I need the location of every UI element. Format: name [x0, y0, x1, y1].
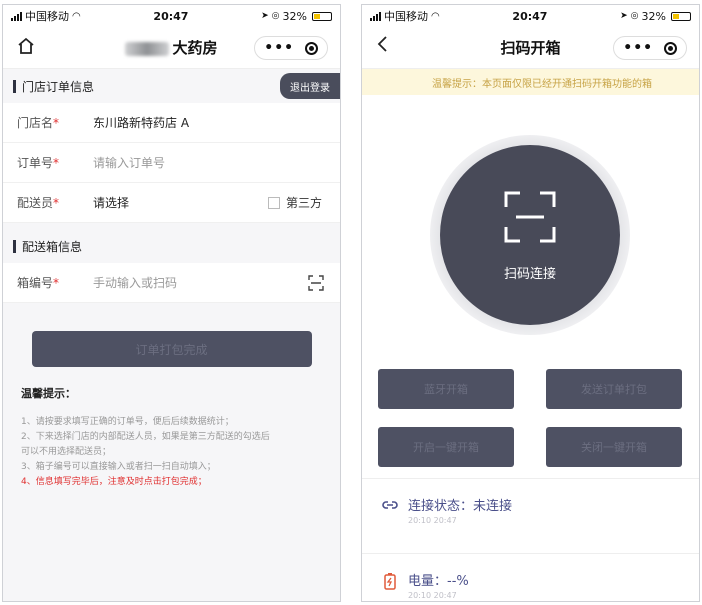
- wifi-icon: ◠: [431, 10, 440, 22]
- logout-button[interactable]: 退出登录: [280, 73, 340, 99]
- order-input[interactable]: 请输入订单号: [93, 154, 165, 171]
- location-icon: ➤: [620, 11, 628, 21]
- miniprogram-capsule: •••: [254, 36, 328, 60]
- box-input[interactable]: 手动输入或扫码: [93, 274, 177, 291]
- order-label: 订单号*: [17, 156, 60, 170]
- bluetooth-open-button[interactable]: 蓝牙开箱: [378, 369, 514, 409]
- section-marker: [13, 239, 16, 253]
- blurred-brand: [125, 41, 170, 56]
- scan-connect-label: 扫码连接: [503, 266, 556, 282]
- carrier: 中国移动: [25, 10, 69, 23]
- store-value: 东川路新特药店 A: [93, 116, 190, 130]
- pack-complete-button[interactable]: 订单打包完成: [31, 331, 312, 367]
- battery-status: 电量：--% 20:10 20:47: [362, 553, 699, 601]
- disable-one-key-open-button[interactable]: 关闭一键开箱: [546, 427, 682, 467]
- order-row[interactable]: 订单号* 请输入订单号: [3, 143, 340, 183]
- page-title: 大药房: [125, 37, 218, 58]
- third-party-checkbox[interactable]: [267, 196, 280, 209]
- more-icon[interactable]: •••: [623, 40, 653, 56]
- clock: 20:47: [153, 9, 189, 23]
- battery-icon: [670, 11, 691, 21]
- power-time: 20:10 20:47: [408, 591, 457, 600]
- home-icon[interactable]: [17, 37, 35, 60]
- signal-icon: [370, 11, 381, 21]
- courier-label: 配送员*: [17, 196, 60, 210]
- store-row[interactable]: 门店名* 东川路新特药店 A: [3, 103, 340, 143]
- alarm-icon: ◎: [271, 11, 280, 21]
- tips-panel: 温馨提示： 1、请按要求填写正确的订单号，便后后续数据统计； 2、下来选择门店的…: [3, 367, 340, 490]
- location-icon: ➤: [261, 11, 269, 21]
- miniprogram-capsule: •••: [613, 36, 687, 60]
- battery-percent: 32%: [641, 9, 666, 23]
- tip-line: 2、下来选择门店的内部配送人员，如果是第三方配送的勾选后: [21, 432, 270, 442]
- third-party-label: 第三方: [285, 196, 322, 210]
- send-order-pack-button[interactable]: 发送订单打包: [546, 369, 682, 409]
- clock: 20:47: [512, 9, 548, 23]
- nav-bar: 扫码开箱 •••: [362, 27, 699, 69]
- more-icon[interactable]: •••: [264, 40, 294, 56]
- section-box-info: 配送箱信息: [3, 229, 340, 263]
- page-title: 扫码开箱: [500, 39, 561, 57]
- carrier: 中国移动: [384, 10, 428, 23]
- tip-line: 3、箱子编号可以直接输入或者扫一扫自动填入；: [21, 462, 216, 472]
- connection-time: 20:10 20:47: [408, 516, 457, 525]
- scan-body: 扫码连接 蓝牙开箱 发送订单打包 开启一键开箱 关闭一键开箱 连接状态：未连接 …: [362, 95, 699, 601]
- battery-icon: [311, 11, 332, 21]
- section-order-info: 门店订单信息 退出登录: [3, 69, 340, 103]
- link-icon: [382, 497, 398, 513]
- box-row[interactable]: 箱编号* 手动输入或扫码: [3, 263, 340, 303]
- signal-icon: [11, 11, 22, 21]
- close-miniprogram-icon[interactable]: [663, 41, 677, 55]
- section-marker: [13, 79, 16, 93]
- store-label: 门店名*: [17, 116, 60, 130]
- section-title: 配送箱信息: [22, 239, 83, 254]
- order-screen: 中国移动 ◠ 20:47 ➤ ◎ 32% 大药房 ••• 门店订单信息 退出登录…: [2, 4, 341, 602]
- tip-warning: 4、信息填写完毕后，注意及时点击打包完成；: [21, 477, 207, 487]
- scan-open-screen: 中国移动 ◠ 20:47 ➤ ◎ 32% 扫码开箱 ••• 温馨提示：本页面仅限…: [361, 4, 700, 602]
- tip-line: 可以不用选择配送员；: [21, 447, 112, 457]
- connection-label: 连接状态：未连接: [408, 499, 513, 514]
- tip-line: 1、请按要求填写正确的订单号，便后后续数据统计；: [21, 417, 234, 427]
- enable-one-key-open-button[interactable]: 开启一键开箱: [378, 427, 514, 467]
- battery-level-icon: [382, 572, 398, 590]
- power-label: 电量：--%: [408, 574, 469, 589]
- section-title: 门店订单信息: [22, 79, 95, 94]
- status-bar: 中国移动 ◠ 20:47 ➤ ◎ 32%: [3, 5, 340, 27]
- battery-percent: 32%: [282, 9, 307, 23]
- tips-title: 温馨提示：: [21, 387, 76, 400]
- courier-row[interactable]: 配送员* 请选择 第三方: [3, 183, 340, 223]
- close-miniprogram-icon[interactable]: [304, 41, 318, 55]
- back-icon[interactable]: [376, 35, 390, 58]
- scan-icon[interactable]: [308, 274, 324, 291]
- status-bar: 中国移动 ◠ 20:47 ➤ ◎ 32%: [362, 5, 699, 27]
- courier-select[interactable]: 请选择: [93, 194, 129, 211]
- notice-banner: 温馨提示：本页面仅限已经开通扫码开箱功能的箱: [362, 69, 699, 95]
- nav-bar: 大药房 •••: [3, 27, 340, 69]
- third-party-option[interactable]: 第三方: [267, 194, 322, 211]
- scan-icon: [502, 189, 558, 245]
- scan-connect-button[interactable]: 扫码连接: [440, 145, 620, 325]
- box-label: 箱编号*: [17, 276, 60, 290]
- connection-status: 连接状态：未连接 20:10 20:47: [362, 478, 699, 540]
- alarm-icon: ◎: [630, 11, 639, 21]
- wifi-icon: ◠: [72, 10, 81, 22]
